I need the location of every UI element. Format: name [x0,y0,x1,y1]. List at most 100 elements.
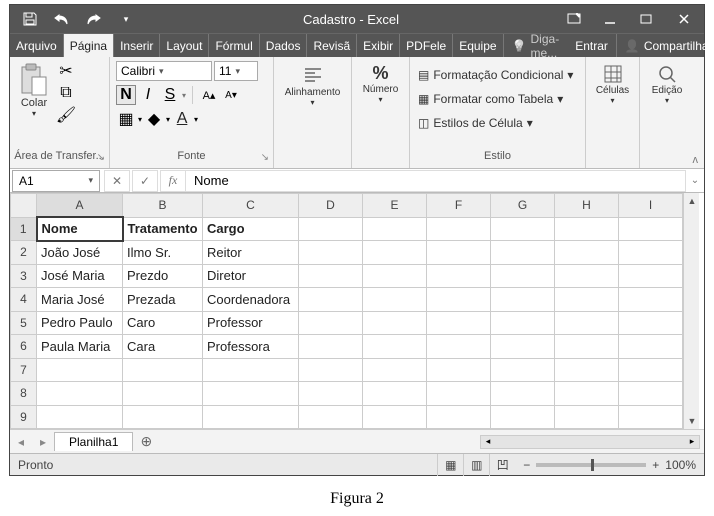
cell[interactable] [555,358,619,382]
cell[interactable]: Prezada [123,288,203,312]
tab-formulas[interactable]: Fórmul [209,34,259,57]
column-header[interactable]: D [299,194,363,218]
column-header[interactable]: H [555,194,619,218]
column-header[interactable]: A [37,194,123,218]
select-all-cell[interactable] [11,194,37,218]
cell[interactable] [37,405,123,429]
cell[interactable] [555,241,619,265]
cell[interactable] [363,335,427,359]
cell[interactable] [619,405,683,429]
cell[interactable] [299,311,363,335]
tell-me-search[interactable]: 💡 Diga-me... [504,34,568,57]
cell[interactable] [555,311,619,335]
copy-icon[interactable]: ⧉ [56,83,76,103]
tab-review[interactable]: Revisã [307,34,357,57]
scroll-right-icon[interactable]: ▸ [685,436,699,448]
cell[interactable] [427,382,491,406]
cell[interactable] [619,288,683,312]
format-painter-icon[interactable]: 🖌 [56,105,76,125]
tab-file[interactable]: Arquivo [10,34,64,57]
cell[interactable] [299,335,363,359]
column-header[interactable]: C [203,194,299,218]
insert-function-icon[interactable]: fx [160,170,186,192]
close-icon[interactable] [664,5,704,33]
cell[interactable] [555,335,619,359]
cell[interactable]: Pedro Paulo [37,311,123,335]
cell[interactable] [299,241,363,265]
formula-input[interactable]: Nome [186,170,686,192]
cell[interactable] [299,358,363,382]
cell[interactable] [123,382,203,406]
paste-button[interactable]: Colar ▾ [16,61,52,120]
cell[interactable] [203,405,299,429]
save-icon[interactable] [16,5,44,33]
cell[interactable] [619,264,683,288]
cell[interactable] [555,405,619,429]
horizontal-scrollbar[interactable]: ◂ ▸ [480,435,700,449]
sheet-tab[interactable]: Planilha1 [54,432,133,451]
cell-styles-button[interactable]: ◫Estilos de Célula ▾ [416,113,535,133]
cell[interactable] [363,358,427,382]
qat-customize-icon[interactable]: ▾ [112,5,140,33]
cell[interactable] [363,264,427,288]
cell[interactable] [619,311,683,335]
maximize-icon[interactable] [628,5,664,33]
cell[interactable]: Ilmo Sr. [123,241,203,265]
row-header[interactable]: 2 [11,241,37,265]
row-header[interactable]: 7 [11,358,37,382]
sheet-nav-prev-icon[interactable]: ◂ [10,435,32,449]
cell[interactable] [491,241,555,265]
cell[interactable]: Reitor [203,241,299,265]
enter-formula-icon[interactable]: ✓ [132,170,158,192]
row-header[interactable]: 3 [11,264,37,288]
cell[interactable] [491,311,555,335]
column-header[interactable]: I [619,194,683,218]
cell[interactable] [203,382,299,406]
cell[interactable]: Paula Maria [37,335,123,359]
cell[interactable] [491,405,555,429]
zoom-in-icon[interactable]: + [652,458,659,472]
cell[interactable] [619,217,683,241]
grow-font-icon[interactable]: A▴ [199,85,219,105]
bold-button[interactable]: N [116,85,136,105]
cell[interactable] [363,217,427,241]
format-as-table-button[interactable]: ▦Formatar como Tabela ▾ [416,89,565,109]
cell[interactable] [299,405,363,429]
cell[interactable] [427,335,491,359]
cell[interactable] [203,358,299,382]
conditional-formatting-button[interactable]: ▤Formatação Condicional ▾ [416,65,575,85]
cell[interactable] [619,358,683,382]
cell[interactable] [363,288,427,312]
font-size-combo[interactable]: 11▾ [214,61,258,81]
tab-pdf[interactable]: PDFele [400,34,453,57]
tab-home[interactable]: Página [64,34,114,57]
tab-data[interactable]: Dados [260,34,308,57]
cell[interactable] [491,382,555,406]
minimize-icon[interactable] [592,5,628,33]
cell[interactable]: João José [37,241,123,265]
shrink-font-icon[interactable]: A▾ [221,85,241,105]
scroll-up-icon[interactable]: ▲ [684,193,700,209]
cell[interactable] [363,241,427,265]
cell[interactable] [363,405,427,429]
cell[interactable]: Cargo [203,217,299,241]
column-header[interactable]: G [491,194,555,218]
cell[interactable] [299,382,363,406]
undo-icon[interactable] [48,5,76,33]
sheet-nav-next-icon[interactable]: ▸ [32,435,54,449]
ribbon-options-icon[interactable] [556,5,592,33]
font-color-icon[interactable]: A [172,109,192,129]
borders-icon[interactable]: ▦ [116,109,136,129]
tab-team[interactable]: Equipe [453,34,503,57]
cell[interactable] [555,264,619,288]
cell[interactable] [619,382,683,406]
row-header[interactable]: 4 [11,288,37,312]
vertical-scrollbar[interactable]: ▲ ▼ [683,193,699,429]
cancel-formula-icon[interactable]: ✕ [104,170,130,192]
cell[interactable]: Nome [37,217,123,241]
normal-view-icon[interactable]: ▦ [437,454,463,476]
page-break-view-icon[interactable]: 凹 [489,454,515,476]
cell[interactable]: Professora [203,335,299,359]
number-format-button[interactable]: % Número ▾ [359,61,403,106]
name-box[interactable]: A1▾ [12,170,100,192]
